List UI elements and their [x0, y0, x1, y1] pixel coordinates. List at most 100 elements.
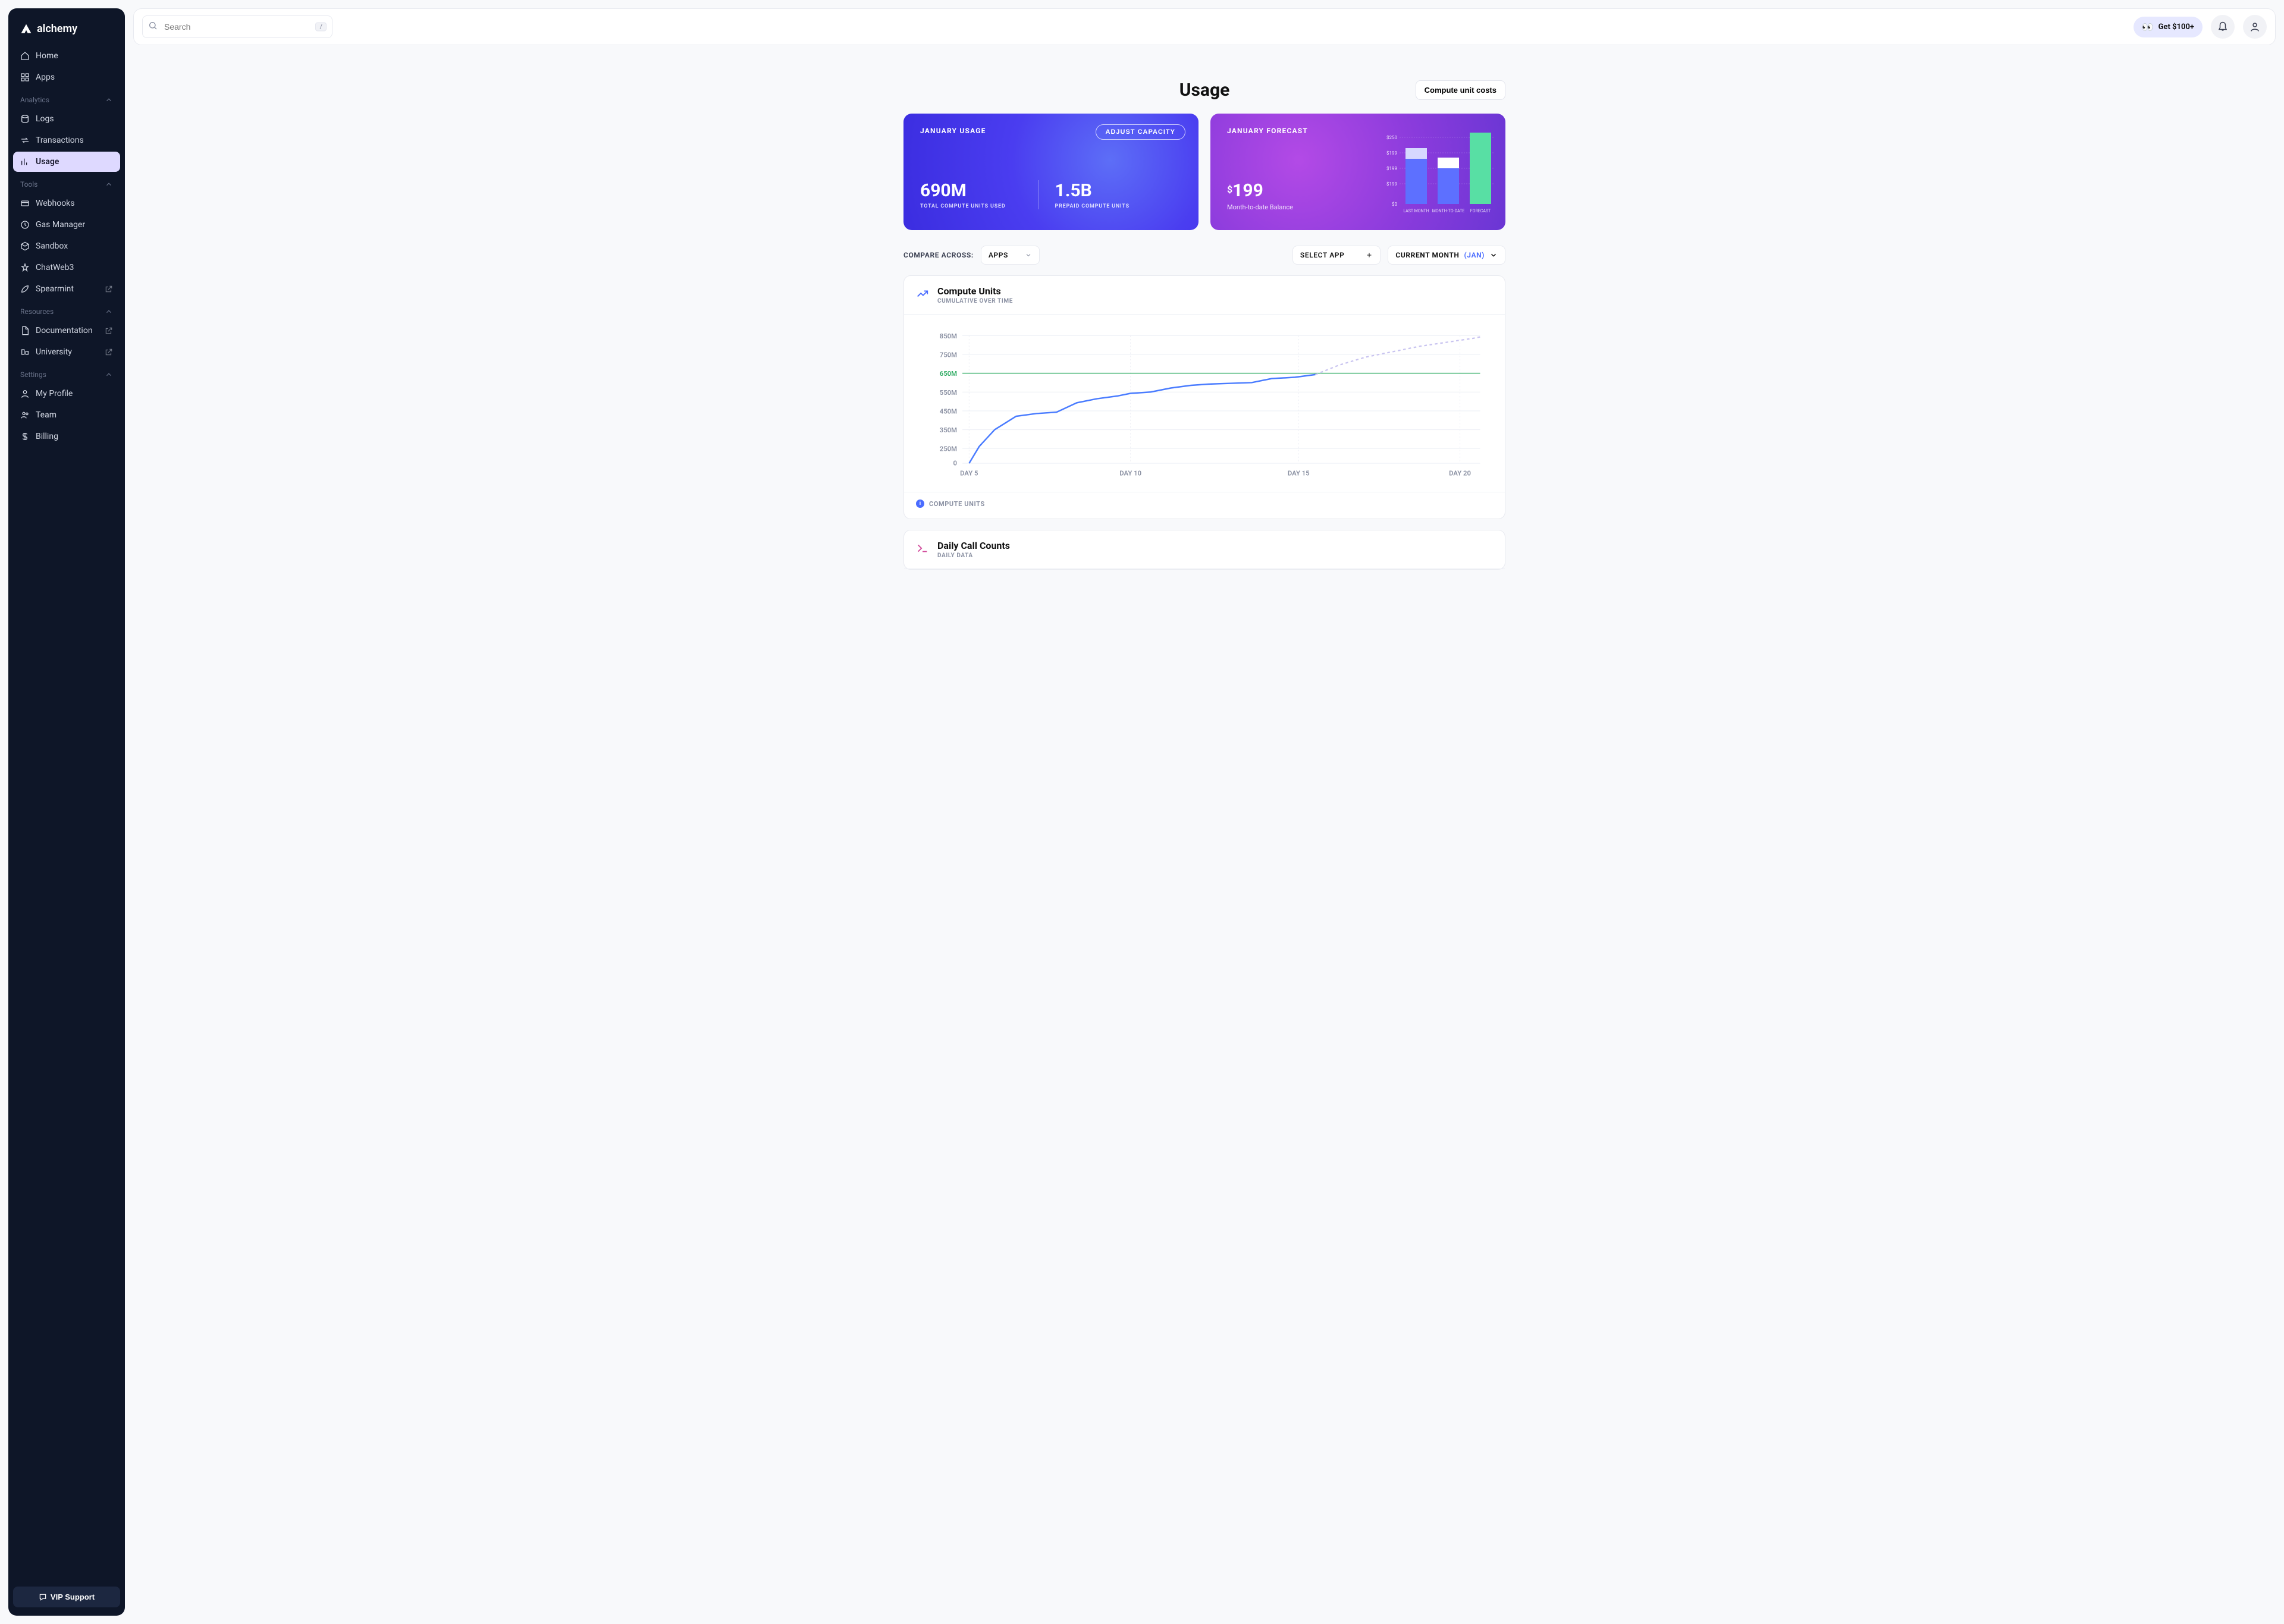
terminal-icon: [916, 542, 929, 557]
brand-logo-icon: [20, 23, 32, 35]
chevron-down-icon: [1025, 252, 1032, 259]
panel-subtitle: CUMULATIVE OVER TIME: [937, 298, 1013, 304]
nav-group-resources[interactable]: Resources: [13, 303, 120, 321]
nav-label: ChatWeb3: [36, 263, 74, 272]
webhooks-icon: [20, 199, 30, 208]
user-icon: [2250, 21, 2260, 32]
sidebar: alchemy Home Apps Analytics Logs Transac…: [8, 8, 125, 1616]
svg-text:DAY 20: DAY 20: [1449, 469, 1471, 477]
metric-value: 690M: [920, 180, 1006, 201]
nav-spearmint[interactable]: Spearmint: [13, 279, 120, 299]
svg-text:750M: 750M: [940, 351, 957, 359]
dropdown-value: APPS: [989, 251, 1008, 259]
nav-label: Home: [36, 51, 58, 61]
nav-sandbox[interactable]: Sandbox: [13, 236, 120, 256]
bell-icon: [2217, 21, 2228, 32]
nav-home[interactable]: Home: [13, 46, 120, 66]
search-wrapper: /: [142, 15, 332, 38]
nav-team[interactable]: Team: [13, 405, 120, 425]
total-compute-metric: 690M TOTAL COMPUTE UNITS USED: [920, 180, 1021, 209]
nav-group-analytics[interactable]: Analytics: [13, 91, 120, 109]
forecast-card: JANUARY FORECAST $199 Month-to-date Bala…: [1210, 114, 1505, 230]
legend-label: COMPUTE UNITS: [929, 500, 985, 508]
compute-units-panel: Compute Units CUMULATIVE OVER TIME: [903, 275, 1505, 519]
svg-text:FORECAST: FORECAST: [1470, 209, 1491, 213]
account-button[interactable]: [2243, 15, 2267, 39]
forecast-mini-chart: $250 $199 $199 $199 $0 LAST MONTH: [1381, 125, 1494, 221]
promo-label: Get $100+: [2158, 23, 2194, 32]
svg-text:0: 0: [953, 459, 957, 467]
svg-text:250M: 250M: [940, 445, 957, 453]
nav-label: Spearmint: [36, 284, 74, 294]
team-icon: [20, 410, 30, 420]
compare-dropdown[interactable]: APPS: [981, 246, 1040, 265]
nav-logs[interactable]: Logs: [13, 109, 120, 129]
nav-label: Apps: [36, 73, 55, 82]
gas-icon: [20, 220, 30, 230]
trend-up-icon: [916, 287, 929, 303]
svg-text:$199: $199: [1386, 150, 1397, 156]
svg-text:550M: 550M: [940, 389, 957, 397]
controls-row: COMPARE ACROSS: APPS SELECT APP CURRENT …: [903, 246, 1505, 265]
nav-label: Gas Manager: [36, 220, 85, 230]
svg-text:450M: 450M: [940, 407, 957, 415]
metric-label: TOTAL COMPUTE UNITS USED: [920, 203, 1006, 209]
brand[interactable]: alchemy: [13, 17, 120, 46]
nav-documentation[interactable]: Documentation: [13, 321, 120, 341]
nav-gas-manager[interactable]: Gas Manager: [13, 215, 120, 235]
nav-group-settings[interactable]: Settings: [13, 366, 120, 384]
doc-icon: [20, 326, 30, 335]
nav-group-tools[interactable]: Tools: [13, 175, 120, 193]
compute-units-chart: 850M 750M 650M 550M 450M 350M 250M 0: [918, 329, 1491, 483]
chevron-down-icon: [1489, 251, 1498, 259]
svg-text:$0: $0: [1392, 202, 1397, 207]
nav-label: Webhooks: [36, 199, 75, 208]
chevron-up-icon: [105, 96, 113, 104]
vip-support-button[interactable]: VIP Support: [13, 1587, 120, 1607]
search-input[interactable]: [142, 15, 332, 38]
svg-text:MONTH-TO-DATE: MONTH-TO-DATE: [1432, 209, 1465, 213]
nav-group-label: Settings: [20, 370, 46, 379]
spearmint-icon: [20, 284, 30, 294]
nav-label: Documentation: [36, 326, 93, 335]
current-month-dropdown[interactable]: CURRENT MONTH (JAN): [1388, 246, 1505, 265]
chevron-up-icon: [105, 307, 113, 316]
nav-usage[interactable]: Usage: [13, 152, 120, 172]
chat-bubble-icon: [39, 1593, 47, 1601]
billing-icon: [20, 432, 30, 441]
select-app-button[interactable]: SELECT APP: [1292, 246, 1381, 265]
panel-title: Compute Units: [937, 285, 1013, 297]
profile-icon: [20, 389, 30, 398]
adjust-capacity-button[interactable]: ADJUST CAPACITY: [1096, 124, 1185, 140]
panel-title: Daily Call Counts: [937, 540, 1010, 551]
external-link-icon: [105, 326, 113, 335]
prepaid-compute-metric: 1.5B PREPAID COMPUTE UNITS: [1038, 180, 1130, 209]
nav-label: Billing: [36, 432, 58, 441]
svg-text:DAY 10: DAY 10: [1119, 469, 1141, 477]
select-app-label: SELECT APP: [1300, 251, 1345, 259]
metric-value: 1.5B: [1055, 180, 1130, 201]
nav-university[interactable]: University: [13, 342, 120, 362]
promo-button[interactable]: 👀 Get $100+: [2134, 17, 2203, 37]
nav-apps[interactable]: Apps: [13, 67, 120, 87]
nav-group-label: Tools: [20, 180, 37, 189]
nav-billing[interactable]: Billing: [13, 426, 120, 447]
usage-icon: [20, 157, 30, 167]
nav-label: Transactions: [36, 136, 84, 145]
gift-icon: 👀: [2142, 21, 2154, 33]
current-month-label: CURRENT MONTH: [1395, 251, 1459, 259]
svg-text:650M: 650M: [940, 370, 957, 378]
compute-unit-costs-button[interactable]: Compute unit costs: [1416, 80, 1505, 100]
notifications-button[interactable]: [2211, 15, 2235, 39]
nav-my-profile[interactable]: My Profile: [13, 384, 120, 404]
nav-chatweb3[interactable]: ChatWeb3: [13, 257, 120, 278]
svg-text:850M: 850M: [940, 332, 957, 340]
topbar: / 👀 Get $100+: [133, 8, 2276, 45]
nav-transactions[interactable]: Transactions: [13, 130, 120, 150]
logs-icon: [20, 114, 30, 124]
daily-call-counts-panel: Daily Call Counts DAILY DATA: [903, 530, 1505, 570]
chevron-up-icon: [105, 370, 113, 379]
nav-label: University: [36, 347, 72, 357]
nav-webhooks[interactable]: Webhooks: [13, 193, 120, 213]
usage-card: JANUARY USAGE ADJUST CAPACITY 690M TOTAL…: [903, 114, 1199, 230]
